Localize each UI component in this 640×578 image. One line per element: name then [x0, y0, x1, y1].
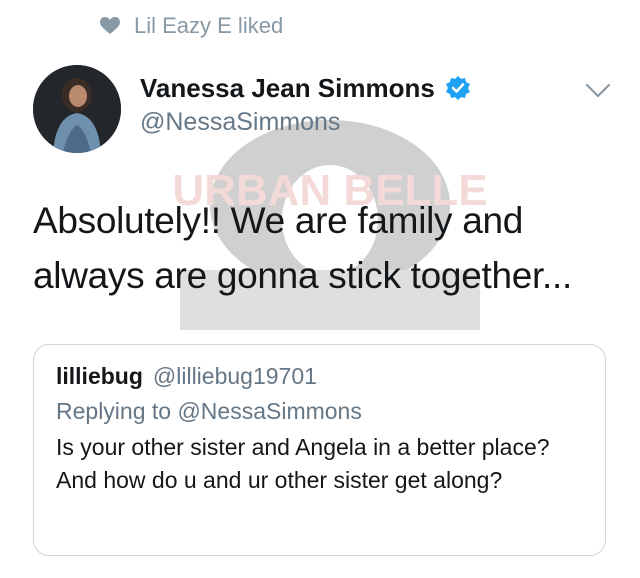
quoted-tweet-name: lilliebug [56, 363, 143, 389]
social-context: Lil Eazy E liked [100, 12, 283, 40]
quoted-tweet-text: Is your other sister and Angela in a bet… [56, 434, 550, 493]
quoted-tweet-header: lilliebug @lilliebug19701 [56, 363, 583, 390]
chevron-down-icon[interactable] [584, 82, 612, 100]
avatar-image [33, 65, 121, 153]
quoted-tweet-handle: @lilliebug19701 [152, 363, 317, 389]
avatar[interactable] [33, 65, 121, 153]
verified-badge-icon [445, 76, 470, 100]
replying-to: Replying to @NessaSimmons [56, 398, 362, 424]
quoted-tweet[interactable]: lilliebug @lilliebug19701 Replying to @N… [33, 344, 606, 556]
heart-icon [100, 17, 120, 34]
tweet-author: Vanessa Jean Simmons @NessaSimmons [140, 70, 471, 137]
user-handle[interactable]: @NessaSimmons [140, 108, 471, 137]
social-context-text: Lil Eazy E liked [134, 13, 284, 38]
tweet-text: Absolutely!! We are family and always ar… [33, 200, 572, 296]
display-name[interactable]: Vanessa Jean Simmons [140, 73, 435, 104]
